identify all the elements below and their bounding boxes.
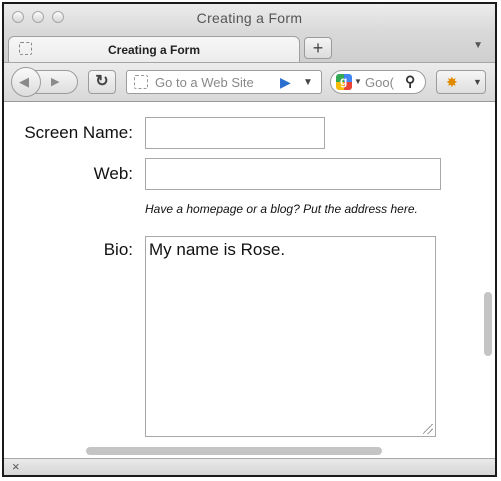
search-icon[interactable]: ⚲ [405, 73, 415, 90]
reload-button[interactable]: ↻ [88, 70, 116, 94]
add-on-bar: × [4, 458, 495, 475]
window-title: Creating a Form [196, 10, 303, 26]
bio-text: My name is Rose. [149, 240, 286, 259]
screen-name-label: Screen Name: [24, 123, 133, 142]
close-icon[interactable]: × [12, 459, 20, 474]
addon-dropdown-icon[interactable]: ▼ [473, 77, 482, 87]
web-label: Web: [93, 164, 133, 183]
search-engine-dropdown-icon[interactable]: ▼ [354, 77, 362, 86]
back-button[interactable]: ◀ [11, 67, 41, 97]
url-bar[interactable]: Go to a Web Site ▶ ▼ [126, 70, 322, 94]
addon-button[interactable]: ✸ ▼ [436, 70, 486, 94]
google-icon[interactable]: g [336, 74, 352, 90]
search-input[interactable]: Goo( [365, 75, 394, 90]
tab-label: Creating a Form [107, 43, 200, 57]
browser-window: Creating a Form Creating a Form + ▼ ◀ ▶ … [2, 2, 497, 477]
web-input[interactable] [145, 158, 441, 190]
resize-grip-icon[interactable] [423, 424, 433, 434]
bio-label: Bio: [103, 240, 133, 259]
search-bar[interactable]: g ▼ Goo( ⚲ [330, 70, 426, 94]
tab-strip: Creating a Form + ▼ [4, 32, 495, 62]
forward-button[interactable]: ▶ [51, 75, 59, 88]
new-tab-button[interactable]: + [304, 37, 332, 59]
bio-textarea[interactable]: My name is Rose. [145, 236, 436, 437]
bug-icon: ✸ [446, 74, 458, 90]
web-hint-text: Have a homepage or a blog? Put the addre… [145, 202, 418, 216]
vertical-scroll-thumb[interactable] [484, 292, 492, 356]
page-content: Screen Name: Web: Have a homepage or a b… [4, 102, 481, 444]
tab-creating-a-form[interactable]: Creating a Form [8, 36, 300, 62]
horizontal-scroll-thumb[interactable] [86, 447, 382, 455]
url-input[interactable]: Go to a Web Site [155, 75, 254, 90]
reload-icon: ↻ [95, 73, 109, 90]
horizontal-scrollbar[interactable] [4, 444, 495, 458]
tab-list-dropdown-icon[interactable]: ▼ [473, 40, 483, 51]
screen-name-input[interactable] [145, 117, 325, 149]
vertical-scrollbar[interactable] [481, 102, 495, 444]
back-arrow-icon: ◀ [19, 74, 29, 89]
url-history-dropdown-icon[interactable]: ▼ [303, 77, 313, 88]
go-arrow-icon[interactable]: ▶ [280, 74, 291, 91]
navigation-toolbar: ◀ ▶ ↻ Go to a Web Site ▶ ▼ g ▼ Goo( ⚲ ✸ … [4, 62, 495, 102]
site-identity-icon [134, 75, 148, 89]
title-bar: Creating a Form [4, 4, 495, 32]
back-forward-group: ◀ ▶ [11, 67, 78, 97]
